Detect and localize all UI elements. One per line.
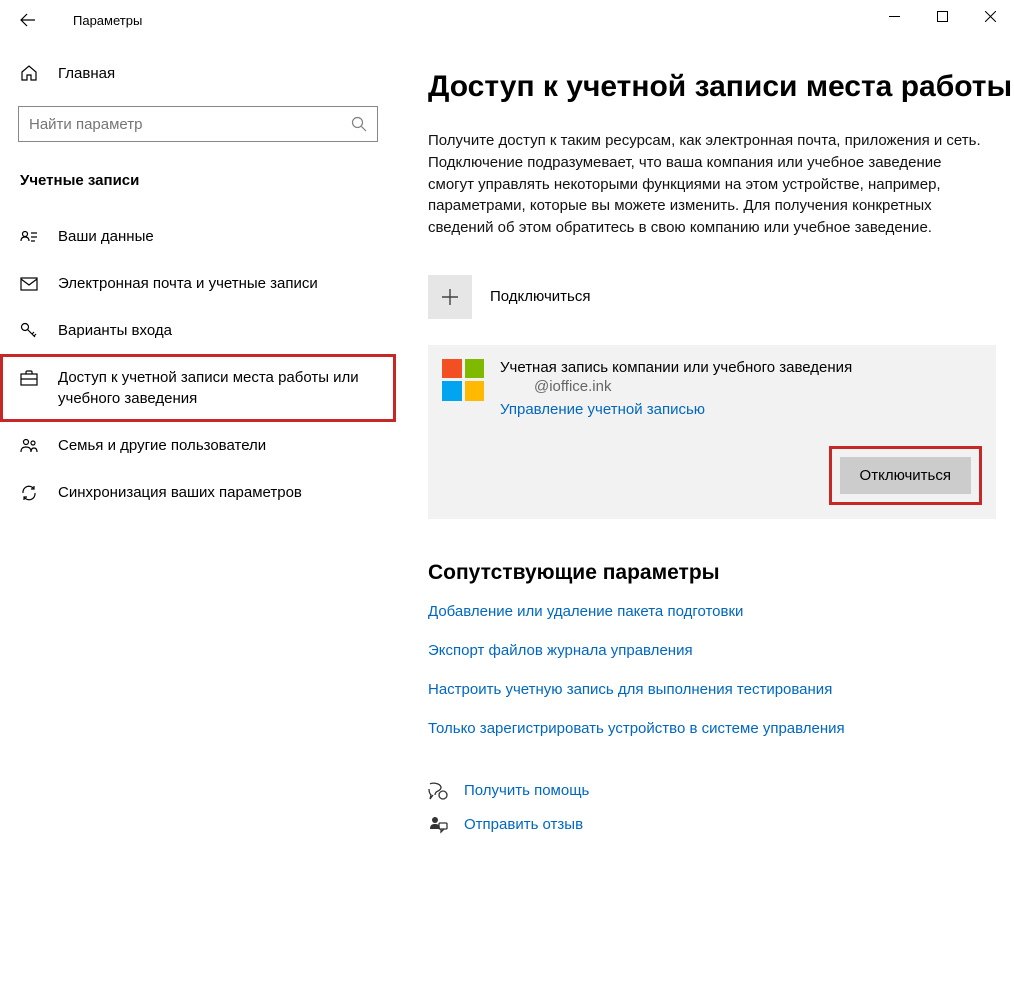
nav-label: Варианты входа [58, 320, 172, 341]
page-title: Доступ к учетной записи места работы [428, 70, 1014, 104]
nav-email-accounts[interactable]: Электронная почта и учетные записи [0, 260, 396, 307]
link-test-account[interactable]: Настроить учетную запись для выполнения … [428, 681, 1014, 698]
back-button[interactable] [8, 0, 48, 40]
get-help-link[interactable]: Получить помощь [428, 781, 1014, 801]
nav-label: Синхронизация ваших параметров [58, 482, 302, 503]
account-card[interactable]: Учетная запись компании или учебного зав… [428, 345, 996, 519]
link-enroll-device[interactable]: Только зарегистрировать устройство в сис… [428, 720, 1014, 737]
key-icon [20, 322, 40, 340]
home-nav[interactable]: Главная [0, 50, 396, 96]
nav-work-access[interactable]: Доступ к учетной записи места работы или… [0, 354, 396, 422]
help-label: Получить помощь [464, 782, 589, 799]
account-email: @ioffice.ink [534, 378, 852, 395]
help-icon [428, 781, 450, 801]
people-icon [20, 437, 40, 455]
link-export-logs[interactable]: Экспорт файлов журнала управления [428, 642, 1014, 659]
arrow-left-icon [20, 12, 36, 28]
person-card-icon [20, 228, 40, 246]
disconnect-button[interactable]: Отключиться [840, 457, 971, 494]
search-input[interactable] [29, 116, 351, 133]
nav-your-info[interactable]: Ваши данные [0, 213, 396, 260]
connect-row[interactable]: Подключиться [428, 275, 1014, 319]
nav-label: Доступ к учетной записи места работы или… [58, 367, 376, 409]
sidebar: Главная Учетные записи Ваши данные Элект… [0, 40, 396, 984]
feedback-label: Отправить отзыв [464, 816, 583, 833]
search-box[interactable] [18, 106, 378, 142]
mail-icon [20, 275, 40, 293]
feedback-icon [428, 815, 450, 835]
close-button[interactable] [966, 0, 1014, 32]
link-provisioning[interactable]: Добавление или удаление пакета подготовк… [428, 603, 1014, 620]
nav-label: Ваши данные [58, 226, 154, 247]
related-header: Сопутствующие параметры [428, 561, 1014, 585]
minimize-button[interactable] [870, 0, 918, 32]
window-title: Параметры [73, 13, 142, 28]
feedback-link[interactable]: Отправить отзыв [428, 815, 1014, 835]
account-title: Учетная запись компании или учебного зав… [500, 359, 852, 376]
connect-label: Подключиться [490, 288, 590, 305]
home-label: Главная [58, 65, 115, 82]
main-content: Доступ к учетной записи места работы Пол… [396, 40, 1014, 984]
titlebar: Параметры [0, 0, 1014, 40]
nav-signin-options[interactable]: Варианты входа [0, 307, 396, 354]
search-icon [351, 116, 367, 132]
close-icon [985, 11, 996, 22]
section-header: Учетные записи [0, 160, 396, 213]
nav-family[interactable]: Семья и другие пользователи [0, 422, 396, 469]
maximize-icon [937, 11, 948, 22]
page-description: Получите доступ к таким ресурсам, как эл… [428, 130, 988, 239]
nav-label: Семья и другие пользователи [58, 435, 266, 456]
sync-icon [20, 484, 40, 502]
maximize-button[interactable] [918, 0, 966, 32]
home-icon [20, 64, 40, 82]
nav-sync[interactable]: Синхронизация ваших параметров [0, 469, 396, 516]
disconnect-highlight: Отключиться [829, 446, 982, 505]
window-controls [870, 0, 1014, 32]
microsoft-logo-icon [442, 359, 484, 401]
plus-icon [441, 288, 459, 306]
nav-label: Электронная почта и учетные записи [58, 273, 318, 294]
manage-account-link[interactable]: Управление учетной записью [500, 401, 852, 418]
minimize-icon [889, 11, 900, 22]
briefcase-icon [20, 369, 40, 387]
add-button[interactable] [428, 275, 472, 319]
